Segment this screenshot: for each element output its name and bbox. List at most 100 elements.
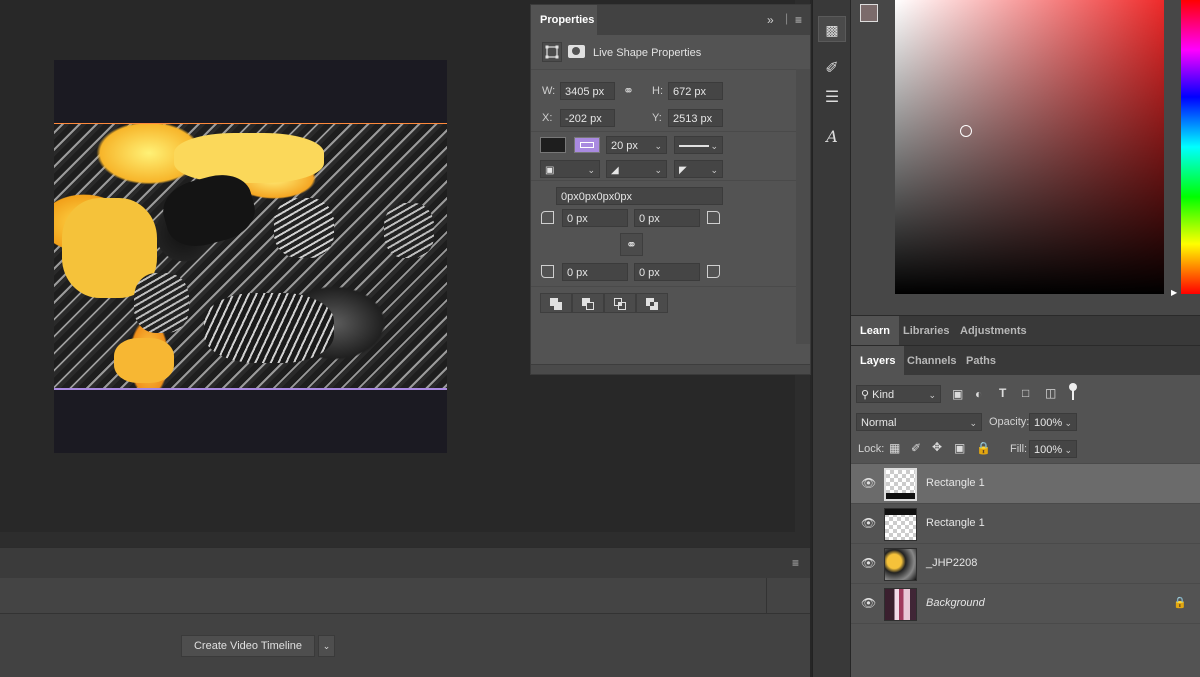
fill-label: Fill: — [1010, 443, 1028, 455]
tab-libraries[interactable]: Libraries — [894, 316, 958, 346]
fill-color-swatch[interactable] — [540, 137, 566, 153]
opacity-value: 100% — [1034, 417, 1063, 429]
layer-name[interactable]: _JHP2208 — [926, 557, 977, 569]
tab-layers[interactable]: Layers — [851, 346, 905, 376]
eye-icon[interactable]: 👁 — [861, 516, 876, 530]
h-label: H: — [652, 85, 663, 97]
panel-menu-icon[interactable]: ≡ — [795, 13, 802, 27]
filter-shape-icon[interactable]: □ — [1022, 386, 1029, 400]
foreground-swatch[interactable] — [860, 4, 878, 22]
document-canvas[interactable] — [54, 60, 447, 453]
adjust-sliders-icon[interactable]: ☰ — [818, 85, 846, 111]
layer-row[interactable]: 👁 _JHP2208 — [851, 544, 1200, 584]
hue-marker-icon: ▶ — [1171, 288, 1178, 297]
learn-tabbar: Learn Libraries Adjustments — [851, 315, 1200, 346]
lock-position-icon[interactable]: ✥ — [932, 440, 942, 454]
engine-photo[interactable] — [54, 123, 447, 390]
character-icon[interactable]: A — [818, 124, 846, 150]
filter-kind-dropdown[interactable]: ⚲ Kind ⌄ — [856, 385, 941, 403]
blend-mode-dropdown[interactable]: Normal ⌄ — [856, 413, 982, 431]
tab-learn[interactable]: Learn — [851, 316, 899, 346]
filter-kind-value: Kind — [872, 389, 895, 401]
filter-smart-object-icon[interactable]: ◫ — [1045, 386, 1056, 400]
brush-settings-icon[interactable]: ✐ — [818, 56, 846, 82]
eye-icon[interactable]: 👁 — [861, 556, 876, 570]
tab-paths[interactable]: Paths — [957, 346, 1005, 376]
search-icon: ⚲ — [861, 389, 870, 401]
tab-channels[interactable]: Channels — [898, 346, 966, 376]
collapse-icon[interactable]: » — [767, 13, 774, 27]
blend-mode-value: Normal — [861, 417, 897, 429]
height-input[interactable]: 672 px — [668, 82, 723, 100]
layer-row[interactable]: 👁 Background 🔒 — [851, 584, 1200, 624]
tab-adjustments[interactable]: Adjustments — [951, 316, 1036, 346]
opacity-input[interactable]: 100% ⌄ — [1029, 413, 1077, 431]
filter-type-icon[interactable]: T — [999, 386, 1006, 400]
corner-radius-all-input[interactable]: 0px0px0px0px — [556, 187, 723, 205]
hue-slider[interactable] — [1181, 0, 1200, 294]
layer-thumbnail — [884, 548, 917, 581]
air-filter-low — [134, 273, 189, 333]
properties-resize-handle[interactable] — [531, 364, 810, 374]
link-corners-icon[interactable]: ⚭ — [620, 233, 643, 256]
panel-menu-icon[interactable]: ≡ — [792, 556, 799, 570]
corner-bl-input[interactable]: 0 px — [562, 263, 628, 281]
stroke-caps-dropdown[interactable]: ◢ ⌄ — [606, 160, 667, 178]
lock-pixels-icon[interactable]: ✐ — [911, 441, 921, 455]
layers-tabbar: Layers Channels Paths — [851, 345, 1200, 376]
width-input[interactable]: 3405 px — [560, 82, 615, 100]
corner-tr-input[interactable]: 0 px — [634, 209, 700, 227]
divider — [766, 578, 767, 614]
3d-icon[interactable]: ▩ — [818, 16, 846, 42]
path-subtract-icon[interactable] — [572, 293, 604, 313]
stroke-width-input[interactable]: 20 px ⌄ — [606, 136, 667, 154]
fill-value: 100% — [1034, 444, 1063, 456]
path-intersect-icon[interactable] — [604, 293, 636, 313]
eye-icon[interactable]: 👁 — [861, 596, 876, 610]
layer-row[interactable]: 👁 Rectangle 1 — [851, 504, 1200, 544]
layer-name[interactable]: Rectangle 1 — [926, 477, 985, 489]
fill-input[interactable]: 100% ⌄ — [1029, 440, 1077, 458]
section-title: Live Shape Properties — [593, 47, 702, 59]
chevron-down-icon: ⌄ — [1064, 418, 1072, 428]
color-picker-ring[interactable] — [960, 125, 972, 137]
canvas-horizontal-scrollbar[interactable] — [0, 532, 810, 547]
properties-scrollbar[interactable] — [796, 69, 810, 344]
lock-transparent-icon[interactable]: ▦ — [889, 441, 900, 455]
color-field[interactable] — [895, 0, 1164, 294]
stroke-align-dropdown[interactable]: ▣ ⌄ — [540, 160, 600, 178]
corner-tl-icon — [541, 211, 554, 224]
tab-properties[interactable]: Properties — [531, 5, 597, 35]
shape-stroke-top — [54, 123, 447, 124]
path-exclude-icon[interactable] — [636, 293, 668, 313]
layer-name[interactable]: Rectangle 1 — [926, 517, 985, 529]
create-video-timeline-button[interactable]: Create Video Timeline — [181, 635, 315, 657]
mask-icon[interactable] — [568, 45, 585, 58]
chevron-down-icon: ⌄ — [654, 165, 662, 175]
filter-toggle-stem — [1072, 390, 1074, 400]
stroke-width-value: 20 px — [611, 140, 638, 152]
eye-icon[interactable]: 👁 — [861, 476, 876, 490]
lock-all-icon[interactable]: 🔒 — [976, 441, 991, 455]
corner-br-input[interactable]: 0 px — [634, 263, 700, 281]
layer-name[interactable]: Background — [926, 597, 985, 609]
stroke-type-dropdown[interactable]: ⌄ — [674, 136, 723, 154]
divider — [531, 69, 810, 70]
layer-row[interactable]: 👁 Rectangle 1 — [851, 464, 1200, 504]
x-input[interactable]: -202 px — [560, 109, 615, 127]
stroke-color-swatch[interactable] — [574, 137, 600, 153]
transform-icon[interactable] — [542, 42, 562, 62]
chevron-down-icon: ⌄ — [710, 165, 718, 175]
path-combine-icon[interactable] — [540, 293, 572, 313]
timeline-toolbar — [0, 578, 810, 614]
y-input[interactable]: 2513 px — [668, 109, 723, 127]
stroke-corners-dropdown[interactable]: ◤ ⌄ — [674, 160, 723, 178]
filter-adjustment-icon[interactable]: ◐ — [975, 387, 982, 401]
filter-pixel-icon[interactable]: ▣ — [952, 387, 963, 401]
lock-artboard-icon[interactable]: ▣ — [954, 441, 965, 455]
chevron-down-icon[interactable]: ⌄ — [318, 635, 335, 657]
link-icon[interactable]: ⚭ — [623, 83, 634, 99]
w-label: W: — [542, 85, 556, 97]
corner-tl-input[interactable]: 0 px — [562, 209, 628, 227]
timeline-header: ≡ — [0, 548, 810, 578]
